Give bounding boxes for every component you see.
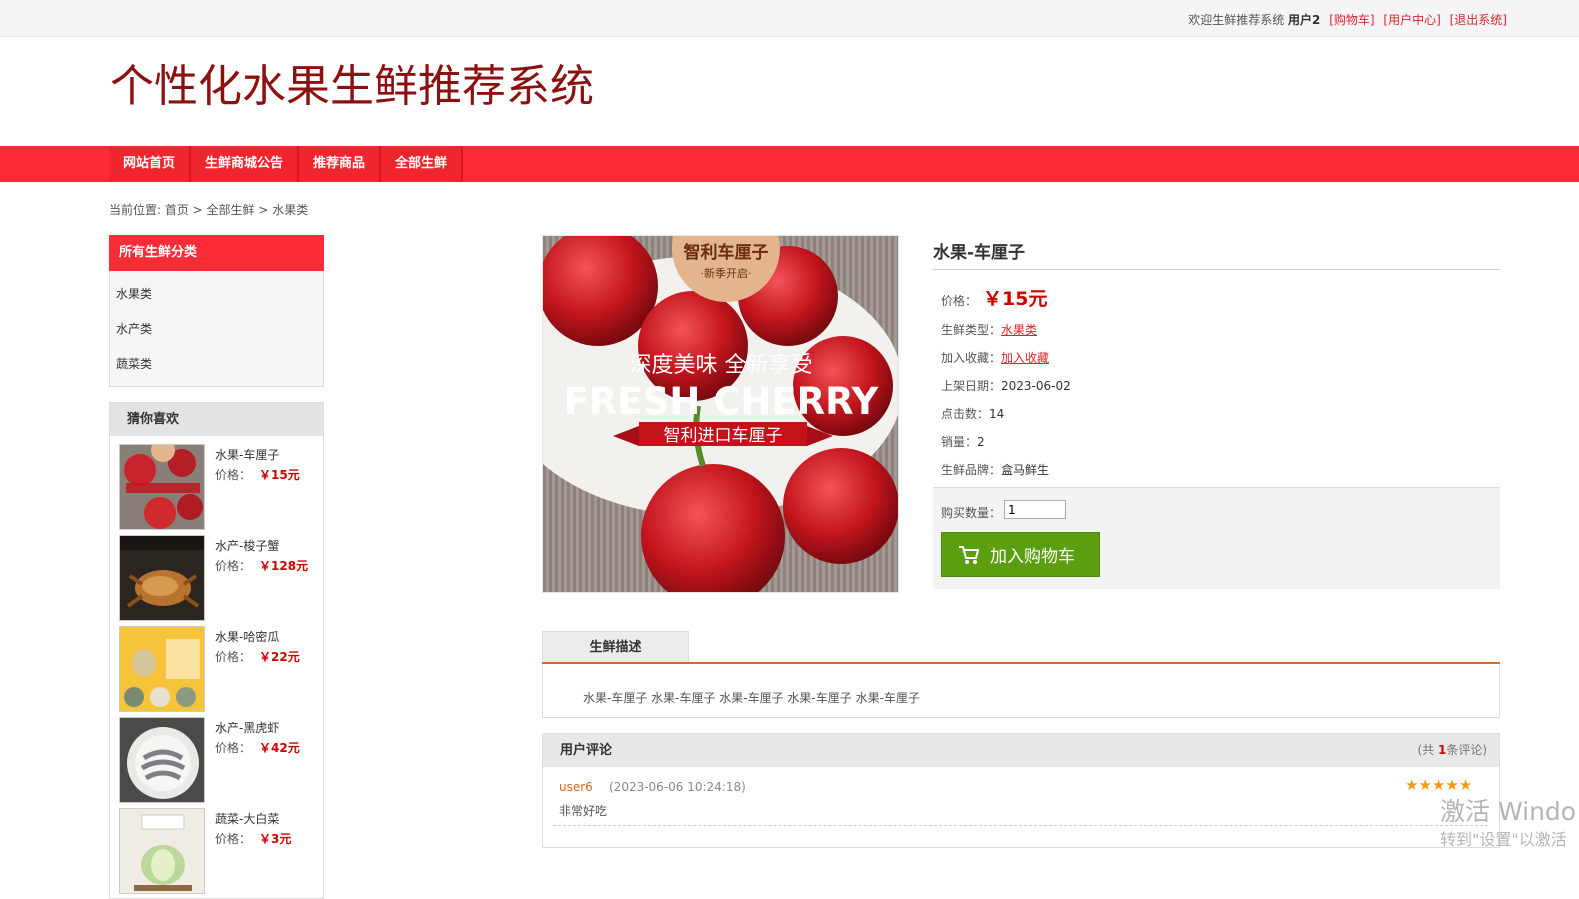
guess-item[interactable]: 水产-黑虎虾 价格： ￥42元 bbox=[119, 717, 319, 803]
cart-link[interactable]: [购物车] bbox=[1329, 13, 1374, 27]
clicks-row: 点击数：14 bbox=[941, 407, 1005, 421]
product-image: 智利车厘子 ·新季开启· 深度美味 全新享受 FRESH CHERRY 智利进口… bbox=[542, 235, 899, 593]
price-row: 价格： ￥15元 bbox=[941, 288, 1048, 310]
guess-item-price: 价格： ￥3元 bbox=[215, 832, 292, 846]
purchase-panel: 购买数量： 加入购物车 bbox=[933, 487, 1500, 589]
user-links: 欢迎生鲜推荐系统 用户2 [购物车] [用户中心] [退出系统] bbox=[1188, 11, 1507, 28]
top-bar: 欢迎生鲜推荐系统 用户2 [购物车] [用户中心] [退出系统] bbox=[0, 0, 1579, 37]
crab-thumbnail[interactable] bbox=[119, 535, 205, 621]
reviews-panel: 用户评论 (共 1条评论) user6 (2023-06-06 10:24:18… bbox=[542, 733, 1500, 848]
description-panel: 水果-车厘子 水果-车厘子 水果-车厘子 水果-车厘子 水果-车厘子 bbox=[542, 664, 1500, 718]
activation-watermark-subtitle: 转到"设置"以激活 bbox=[1440, 830, 1567, 849]
review-user: user6 bbox=[559, 780, 593, 794]
melon-thumbnail[interactable] bbox=[119, 626, 205, 712]
reviews-header: 用户评论 (共 1条评论) bbox=[543, 734, 1499, 767]
guess-item[interactable]: 水果-车厘子 价格： ￥15元 bbox=[119, 444, 319, 530]
nav-item-recommended[interactable]: 推荐商品 bbox=[299, 146, 382, 182]
product-price: ￥15元 bbox=[983, 288, 1048, 310]
date-row: 上架日期：2023-06-02 bbox=[941, 379, 1071, 393]
guess-item-price: 价格： ￥22元 bbox=[215, 650, 300, 664]
divider bbox=[933, 269, 1500, 270]
image-banner: 智利进口车厘子 bbox=[664, 426, 783, 446]
guess-panel-title: 猜你喜欢 bbox=[110, 403, 323, 436]
guess-item[interactable]: 蔬菜-大白菜 价格： ￥3元 bbox=[119, 808, 319, 894]
brand-row: 生鲜品牌：盒马鲜生 bbox=[941, 463, 1050, 477]
review-text: 非常好吃 bbox=[559, 804, 608, 818]
sales-row: 销量：2 bbox=[941, 435, 985, 449]
review-count: (共 1条评论) bbox=[1417, 743, 1487, 757]
guess-item-name[interactable]: 水产-梭子蟹 bbox=[215, 537, 279, 554]
main-nav: 网站首页 生鲜商城公告 推荐商品 全部生鲜 bbox=[0, 146, 1579, 182]
logout-link[interactable]: [退出系统] bbox=[1450, 13, 1507, 27]
breadcrumb: 当前位置: 首页 > 全部生鲜 > 水果类 bbox=[109, 203, 309, 217]
sales-count: 2 bbox=[977, 435, 985, 449]
type-row: 生鲜类型：水果类 bbox=[941, 323, 1038, 337]
guess-item-price: 价格： ￥42元 bbox=[215, 741, 300, 755]
category-item-vegetable[interactable]: 蔬菜类 bbox=[110, 347, 323, 382]
review-time: (2023-06-06 10:24:18) bbox=[609, 780, 746, 794]
cabbage-thumbnail[interactable] bbox=[119, 808, 205, 894]
badge-subtext: ·新季开启· bbox=[701, 266, 752, 280]
guess-item-name[interactable]: 水果-车厘子 bbox=[215, 446, 279, 463]
username: 用户2 bbox=[1288, 13, 1321, 27]
site-title: 个性化水果生鲜推荐系统 bbox=[110, 61, 594, 112]
category-panel: 所有生鲜分类 水果类 水产类 蔬菜类 bbox=[109, 235, 324, 387]
nav-item-announcements[interactable]: 生鲜商城公告 bbox=[191, 146, 300, 182]
tab-description[interactable]: 生鲜描述 bbox=[542, 631, 689, 663]
nav-item-home[interactable]: 网站首页 bbox=[109, 146, 192, 182]
nav-item-all-fresh[interactable]: 全部生鲜 bbox=[381, 146, 464, 182]
star-icon: ★ bbox=[1418, 776, 1432, 794]
guess-item[interactable]: 水产-梭子蟹 价格： ￥128元 bbox=[119, 535, 319, 621]
guess-item-price: 价格： ￥15元 bbox=[215, 468, 300, 482]
category-item-fruit[interactable]: 水果类 bbox=[110, 277, 323, 312]
listing-date: 2023-06-02 bbox=[1001, 379, 1071, 393]
add-favorite-link[interactable]: 加入收藏 bbox=[1001, 351, 1049, 365]
guess-item[interactable]: 水果-哈密瓜 价格： ￥22元 bbox=[119, 626, 319, 712]
brand-value: 盒马鲜生 bbox=[1001, 463, 1050, 477]
click-count: 14 bbox=[989, 407, 1005, 421]
badge-text: 智利车厘子 bbox=[684, 242, 769, 263]
guess-item-name[interactable]: 水产-黑虎虾 bbox=[215, 719, 279, 736]
cherry-thumbnail[interactable] bbox=[119, 444, 205, 530]
guess-you-like-panel: 猜你喜欢 水果-车厘子 价格： ￥15元 水产-梭子蟹 价格： ￥128元 水果… bbox=[109, 402, 324, 899]
activation-watermark-title: 激活 Windo bbox=[1440, 797, 1577, 826]
product-type-link[interactable]: 水果类 bbox=[1001, 323, 1037, 337]
category-item-seafood[interactable]: 水产类 bbox=[110, 312, 323, 347]
product-title: 水果-车厘子 bbox=[933, 243, 1026, 263]
shrimp-thumbnail[interactable] bbox=[119, 717, 205, 803]
guess-item-name[interactable]: 蔬菜-大白菜 bbox=[215, 810, 279, 827]
star-icon: ★ bbox=[1405, 776, 1419, 794]
guess-item-name[interactable]: 水果-哈密瓜 bbox=[215, 628, 279, 645]
welcome-text: 欢迎生鲜推荐系统 bbox=[1188, 13, 1285, 27]
guess-item-price: 价格： ￥128元 bbox=[215, 559, 309, 573]
add-to-cart-button[interactable]: 加入购物车 bbox=[941, 532, 1100, 577]
image-slogan: 深度美味 全新享受 bbox=[630, 353, 813, 378]
quantity-input[interactable] bbox=[1004, 500, 1066, 519]
user-center-link[interactable]: [用户中心] bbox=[1383, 13, 1440, 27]
favorite-row: 加入收藏：加入收藏 bbox=[941, 351, 1050, 365]
image-headline: FRESH CHERRY bbox=[564, 380, 880, 423]
review-divider bbox=[553, 825, 1488, 826]
cart-icon bbox=[959, 545, 980, 564]
reviews-title: 用户评论 bbox=[560, 743, 613, 758]
quantity-label: 购买数量： bbox=[941, 506, 1002, 520]
category-panel-title: 所有生鲜分类 bbox=[109, 235, 324, 271]
description-text: 水果-车厘子 水果-车厘子 水果-车厘子 水果-车厘子 水果-车厘子 bbox=[583, 691, 920, 705]
